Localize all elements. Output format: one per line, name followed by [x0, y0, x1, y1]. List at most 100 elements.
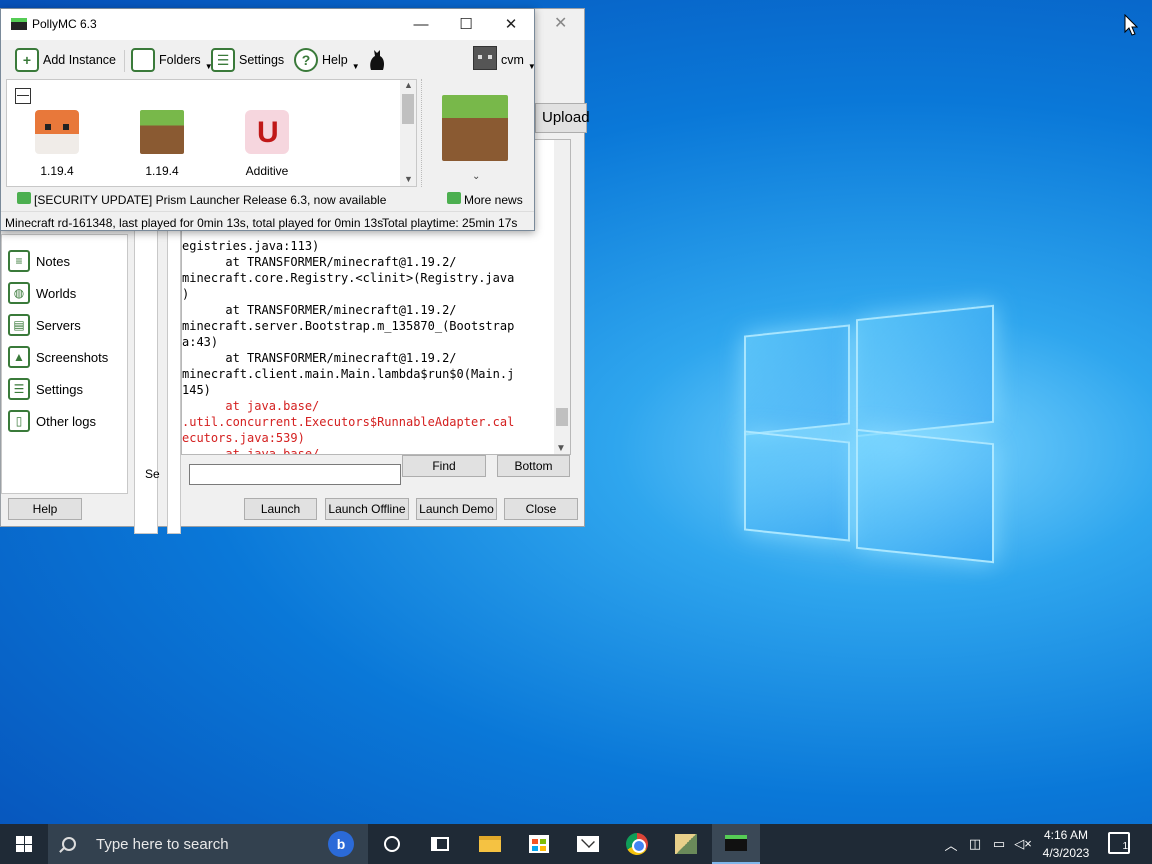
start-button[interactable]: [0, 824, 48, 864]
notification-center-button[interactable]: 1: [1108, 832, 1130, 854]
worlds-icon: ◍: [8, 282, 30, 304]
bottom-button[interactable]: Bottom: [497, 455, 570, 477]
fox-icon: [35, 110, 79, 154]
add-instance-button[interactable]: + Add Instance: [15, 46, 116, 74]
app-button[interactable]: [662, 824, 710, 864]
chrome-icon: [626, 833, 648, 855]
dropdown-caret-icon: ▼: [527, 61, 536, 71]
title-bar[interactable]: PollyMC 6.3 — ☐ ✕: [1, 9, 534, 40]
cortana-button[interactable]: [368, 824, 416, 864]
more-news-button[interactable]: More news: [464, 193, 523, 207]
selected-instance-icon[interactable]: [442, 95, 508, 161]
account-avatar[interactable]: [473, 46, 497, 70]
servers-icon: ▤: [8, 314, 30, 336]
dropdown-caret-icon: ▼: [351, 61, 360, 71]
log-line: at TRANSFORMER/minecraft@1.19.2/: [182, 303, 457, 317]
log-line: egistries.java:113): [182, 239, 320, 253]
mail-button[interactable]: [564, 824, 612, 864]
windows-logo-wallpaper: [740, 300, 1000, 565]
status-bar: Minecraft rd-161348, last played for 0mi…: [1, 211, 534, 231]
close-icon[interactable]: ✕: [488, 13, 534, 35]
chevron-down-icon[interactable]: ▼: [556, 443, 566, 454]
upload-button[interactable]: Upload: [535, 103, 590, 133]
side-item-screenshots[interactable]: ▲ Screenshots: [8, 345, 108, 369]
launch-offline-button[interactable]: Launch Offline: [325, 498, 409, 520]
instance-item[interactable]: 1.19.4: [7, 110, 107, 178]
close-button[interactable]: Close: [504, 498, 578, 520]
device-icon[interactable]: ◫: [966, 824, 984, 864]
grass-block-icon: [140, 110, 184, 154]
chevron-up-icon[interactable]: ▲: [404, 80, 413, 90]
log-line: 145): [182, 383, 211, 397]
search-placeholder: Type here to search: [96, 835, 229, 853]
pollymc-taskbar-button[interactable]: [712, 824, 760, 864]
launch-button[interactable]: Launch: [244, 498, 317, 520]
instance-scrollbar[interactable]: ▲ ▼: [400, 80, 416, 186]
log-lines: egistries.java:113) at TRANSFORMER/minec…: [182, 238, 554, 454]
clock-date: 4/3/2023: [1042, 846, 1090, 860]
additive-icon: [245, 110, 289, 154]
help-menu-button[interactable]: ? Help ▼: [294, 46, 360, 74]
maximize-icon[interactable]: ☐: [443, 13, 489, 35]
expand-chevron-icon[interactable]: ⌄: [472, 171, 480, 182]
side-item-worlds[interactable]: ◍ Worlds: [8, 281, 76, 305]
windows-start-icon: [16, 836, 32, 852]
close-icon[interactable]: ✕: [554, 13, 567, 33]
file-explorer-button[interactable]: [466, 824, 514, 864]
pollymc-app-icon: [11, 18, 27, 30]
other-logs-icon: ▯: [8, 410, 30, 432]
instance-item[interactable]: 1.19.4: [112, 110, 212, 178]
settings-icon: ☰: [8, 378, 30, 400]
folders-button[interactable]: Folders ▼: [131, 46, 213, 74]
more-news-icon: [447, 192, 461, 204]
instance-side-panel: ≡ Notes ◍ Worlds ▤ Servers ▲ Screenshots…: [1, 234, 128, 494]
window-title: PollyMC 6.3: [32, 17, 97, 31]
volume-muted-icon[interactable]: ◁×: [1013, 824, 1033, 864]
side-item-servers[interactable]: ▤ Servers: [8, 313, 81, 337]
instance-list: 1.19.4 1.19.4 Additive ▲ ▼: [6, 79, 417, 187]
log-line: at java.base/: [182, 399, 320, 413]
taskbar-search[interactable]: Type here to search b: [48, 824, 368, 864]
network-icon[interactable]: ▭: [989, 824, 1009, 864]
log-search-input[interactable]: [189, 464, 401, 485]
group-collapse-icon[interactable]: [15, 88, 31, 104]
add-icon: +: [15, 48, 39, 72]
instance-item[interactable]: Additive: [217, 110, 317, 178]
find-button[interactable]: Find: [402, 455, 486, 477]
pencil-app-icon: [675, 834, 697, 854]
clock-time: 4:16 AM: [1043, 828, 1089, 842]
log-line: minecraft.client.main.Main.lambda$run$0(…: [182, 367, 515, 381]
log-line: at TRANSFORMER/minecraft@1.19.2/: [182, 351, 457, 365]
notes-icon: ≡: [8, 250, 30, 272]
folder-icon: [479, 836, 501, 852]
search-label: Se: [145, 467, 160, 481]
news-headline[interactable]: [SECURITY UPDATE] Prism Launcher Release…: [34, 193, 386, 207]
log-line: ecutors.java:539): [182, 431, 305, 445]
chrome-button[interactable]: [613, 824, 661, 864]
launch-demo-button[interactable]: Launch Demo: [416, 498, 497, 520]
bing-icon[interactable]: b: [328, 831, 354, 857]
side-item-settings[interactable]: ☰ Settings: [8, 377, 83, 401]
show-hidden-icons[interactable]: ︿: [942, 824, 960, 864]
screenshots-icon: ▲: [8, 346, 30, 368]
cat-icon[interactable]: [365, 46, 389, 72]
log-line: minecraft.core.Registry.<clinit>(Registr…: [182, 271, 515, 285]
help-button[interactable]: Help: [8, 498, 82, 520]
minimize-icon[interactable]: —: [398, 13, 444, 35]
settings-button[interactable]: ☰ Settings: [211, 46, 284, 74]
side-item-other-logs[interactable]: ▯ Other logs: [8, 409, 96, 433]
task-view-button[interactable]: [416, 824, 464, 864]
task-view-icon: [431, 837, 449, 851]
main-toolbar: + Add Instance Folders ▼ ☰ Settings ? He…: [1, 40, 536, 82]
log-line: ): [182, 287, 190, 301]
settings-icon: ☰: [211, 48, 235, 72]
pollymc-main-window: PollyMC 6.3 — ☐ ✕ + Add Instance Folders…: [0, 8, 536, 231]
pollymc-icon: [725, 835, 747, 851]
store-button[interactable]: [515, 824, 563, 864]
log-line: minecraft.server.Bootstrap.m_135870_(Boo…: [182, 319, 515, 333]
search-icon: [62, 837, 76, 851]
chevron-down-icon[interactable]: ▼: [404, 174, 413, 184]
side-item-notes[interactable]: ≡ Notes: [8, 249, 70, 273]
log-scrollbar[interactable]: ▼: [554, 140, 570, 454]
clock[interactable]: 4:16 AM 4/3/2023: [1036, 826, 1096, 862]
